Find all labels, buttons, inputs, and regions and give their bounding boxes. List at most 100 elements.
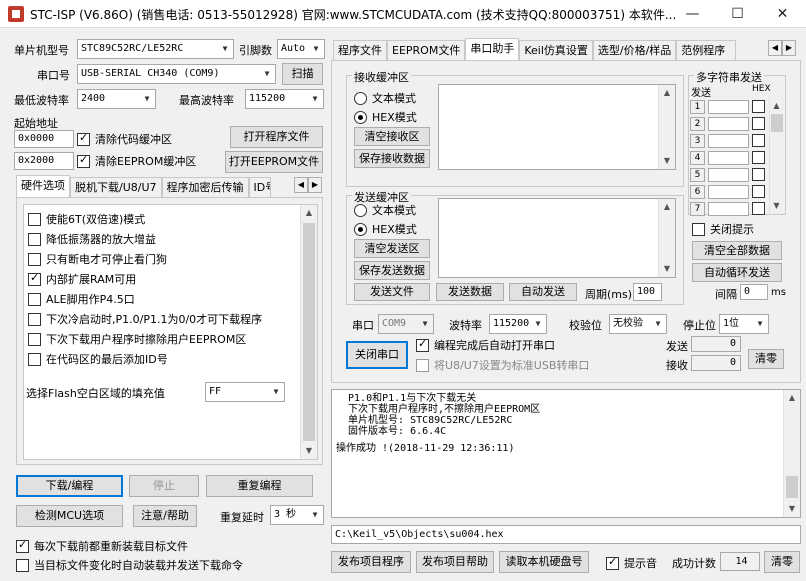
tab-program-file[interactable]: 程序文件	[333, 40, 387, 60]
tab-hardware[interactable]: 硬件选项	[16, 175, 70, 197]
stop-button[interactable]: 停止	[129, 475, 199, 497]
close-button[interactable]: ✕	[760, 0, 805, 28]
option-gain[interactable]: 降低振荡器的放大增益	[28, 229, 296, 249]
radio[interactable]	[354, 110, 367, 124]
clear-eeprom-checkbox[interactable]	[77, 153, 90, 168]
row-input[interactable]	[708, 99, 749, 114]
send-text-mode[interactable]: 文本模式	[354, 202, 416, 218]
clear-code-option[interactable]: 清除代码缓冲区	[77, 131, 172, 147]
option-checkbox[interactable]	[28, 332, 41, 346]
row-hex-checkbox[interactable]	[752, 100, 765, 113]
clear-send-button[interactable]: 清空发送区	[354, 239, 430, 258]
log-scrollbar[interactable]: ▲ ▼	[783, 390, 800, 517]
period-input[interactable]: 100	[633, 283, 662, 301]
pin-select[interactable]: Auto ▼	[277, 39, 325, 59]
options-scrollbar[interactable]: ▲ ▼	[300, 205, 317, 459]
beep-option[interactable]: 提示音	[606, 555, 657, 571]
option-checkbox[interactable]	[28, 212, 41, 226]
option-ext-ram[interactable]: 内部扩展RAM可用	[28, 269, 296, 289]
option-cold-start[interactable]: 下次冷启动时,P1.0/P1.1为0/0才可下载程序	[28, 309, 296, 329]
download-button[interactable]: 下载/编程	[16, 475, 123, 497]
clear-count-button[interactable]: 清零	[764, 551, 800, 573]
tab-encrypt[interactable]: 程序加密后传输	[161, 177, 249, 197]
row-input[interactable]	[708, 116, 749, 131]
reload-option[interactable]: 每次下载前都重新装载目标文件	[16, 538, 188, 554]
tab-examples[interactable]: 范例程序	[676, 40, 737, 60]
scroll-up-icon[interactable]: ▲	[784, 390, 800, 406]
clear-eeprom-option[interactable]: 清除EEPROM缓冲区	[77, 153, 196, 169]
file-path-field[interactable]: C:\Keil_v5\Objects\su004.hex	[331, 525, 801, 544]
option-checkbox[interactable]	[28, 352, 41, 366]
eeprom-address-input[interactable]: 0x2000	[14, 152, 74, 170]
option-checkbox[interactable]	[28, 271, 41, 286]
right-tab-scroll-right-icon[interactable]: ▶	[782, 40, 796, 56]
open-eeprom-button[interactable]: 打开EEPROM文件	[225, 151, 323, 173]
scroll-down-icon[interactable]: ▼	[301, 443, 317, 459]
help-button[interactable]: 注意/帮助	[133, 505, 197, 527]
row-send-button[interactable]: 2	[690, 116, 705, 131]
recv-hex-mode[interactable]: HEX模式	[354, 109, 417, 125]
row-send-button[interactable]: 7	[690, 201, 705, 216]
row-hex-checkbox[interactable]	[752, 185, 765, 198]
scan-button[interactable]: 扫描	[282, 63, 323, 85]
option-ale[interactable]: ALE脚用作P4.5口	[28, 289, 296, 309]
clear-code-checkbox[interactable]	[77, 131, 90, 146]
start-address-input[interactable]: 0x0000	[14, 130, 74, 148]
row-input[interactable]	[708, 184, 749, 199]
scroll-up-icon[interactable]: ▲	[301, 205, 317, 221]
tab-id[interactable]: ID号	[248, 177, 271, 197]
multi-send-scrollbar[interactable]: ▲ ▼	[769, 98, 783, 214]
scroll-down-icon[interactable]: ▼	[770, 198, 783, 214]
close-prompt-checkbox[interactable]	[692, 222, 705, 236]
send-file-button[interactable]: 发送文件	[354, 283, 430, 301]
radio[interactable]	[354, 91, 367, 105]
recv-text-mode[interactable]: 文本模式	[354, 90, 416, 106]
option-add-id[interactable]: 在代码区的最后添加ID号	[28, 349, 296, 369]
scroll-down-icon[interactable]: ▼	[784, 501, 800, 517]
scroll-up-icon[interactable]: ▲	[659, 199, 675, 215]
option-checkbox[interactable]	[28, 312, 41, 326]
save-send-button[interactable]: 保存发送数据	[354, 261, 430, 280]
row-send-button[interactable]: 1	[690, 99, 705, 114]
auto-open-checkbox[interactable]	[416, 337, 429, 352]
row-send-button[interactable]: 4	[690, 150, 705, 165]
send-hex-mode[interactable]: HEX模式	[354, 221, 417, 237]
serial-port-select[interactable]: COM9 ▼	[378, 314, 434, 334]
row-input[interactable]	[708, 201, 749, 216]
row-hex-checkbox[interactable]	[752, 151, 765, 164]
scroll-thumb[interactable]	[771, 114, 783, 132]
auto-loop-button[interactable]: 自动循环发送	[692, 263, 782, 282]
row-input[interactable]	[708, 133, 749, 148]
max-baud-select[interactable]: 115200 ▼	[245, 89, 324, 109]
repeat-delay-select[interactable]: 3 秒 ▼	[270, 505, 324, 525]
usb-option[interactable]: 将U8/U7设置为标准USB转串口	[416, 357, 589, 373]
scroll-thumb[interactable]	[786, 476, 798, 498]
beep-checkbox[interactable]	[606, 555, 619, 570]
scroll-down-icon[interactable]: ▼	[659, 261, 675, 277]
send-scrollbar[interactable]: ▲ ▼	[658, 199, 675, 277]
tab-scroll-left-icon[interactable]: ◀	[294, 177, 308, 193]
row-hex-checkbox[interactable]	[752, 134, 765, 147]
publish-help-button[interactable]: 发布项目帮助	[416, 551, 494, 573]
row-send-button[interactable]: 5	[690, 167, 705, 182]
flash-fill-select[interactable]: FF ▼	[205, 382, 285, 402]
port-select[interactable]: USB-SERIAL CH340 (COM9) ▼	[77, 64, 276, 84]
log-output[interactable]: P1.0和P1.1与下次下载无关 下次下载用户程序时,不擦除用户EEPROM区 …	[331, 389, 801, 518]
tab-offline[interactable]: 脱机下载/U8/U7	[70, 177, 162, 197]
tab-eeprom-file[interactable]: EEPROM文件	[387, 40, 466, 60]
scroll-up-icon[interactable]: ▲	[770, 98, 783, 114]
clear-receive-button[interactable]: 清空接收区	[354, 127, 430, 146]
read-disk-button[interactable]: 读取本机硬盘号	[499, 551, 589, 573]
scroll-down-icon[interactable]: ▼	[659, 153, 675, 169]
min-baud-select[interactable]: 2400 ▼	[77, 89, 156, 109]
open-program-button[interactable]: 打开程序文件	[230, 126, 323, 148]
parity-select[interactable]: 无校验 ▼	[609, 314, 667, 334]
option-6t[interactable]: 使能6T(双倍速)模式	[28, 209, 296, 229]
close-prompt-option[interactable]: 关闭提示	[692, 221, 754, 237]
autoload-checkbox[interactable]	[16, 558, 29, 572]
send-textarea[interactable]: ▲ ▼	[438, 198, 676, 278]
stopbit-select[interactable]: 1位 ▼	[719, 314, 769, 334]
interval-input[interactable]: 0	[740, 284, 768, 300]
maximize-button[interactable]: ☐	[715, 0, 760, 28]
tab-scroll-right-icon[interactable]: ▶	[308, 177, 322, 193]
